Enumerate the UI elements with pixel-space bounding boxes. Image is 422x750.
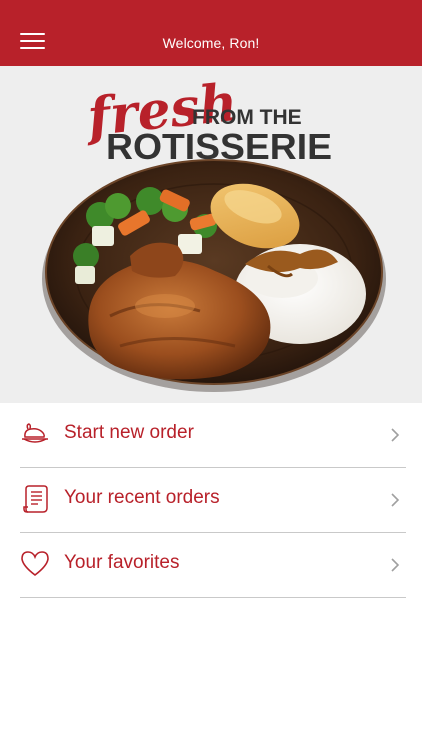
menu-item-recent-orders[interactable]: Your recent orders: [20, 468, 406, 533]
heart-icon: [21, 551, 49, 577]
hero-image: fresh FROM THE ROTISSERIE: [42, 72, 386, 392]
chevron-right-icon: [391, 428, 400, 442]
chevron-right-icon: [391, 493, 400, 507]
receipt-scroll-icon: [23, 485, 48, 513]
rotisserie-chicken-icon: [22, 423, 48, 443]
main-menu: Start new order Your recent orders Your …: [0, 403, 422, 598]
welcome-text: Welcome, Ron!: [162, 35, 260, 51]
menu-item-label: Your recent orders: [64, 487, 220, 508]
menu-item-label: Start new order: [64, 422, 194, 443]
chevron-right-icon: [391, 558, 400, 572]
app-header: Welcome, Ron!: [0, 0, 422, 66]
hero-banner: fresh FROM THE ROTISSERIE: [0, 66, 422, 403]
menu-item-start-new-order[interactable]: Start new order: [20, 403, 406, 468]
menu-item-favorites[interactable]: Your favorites: [20, 533, 406, 598]
menu-item-label: Your favorites: [64, 552, 180, 573]
